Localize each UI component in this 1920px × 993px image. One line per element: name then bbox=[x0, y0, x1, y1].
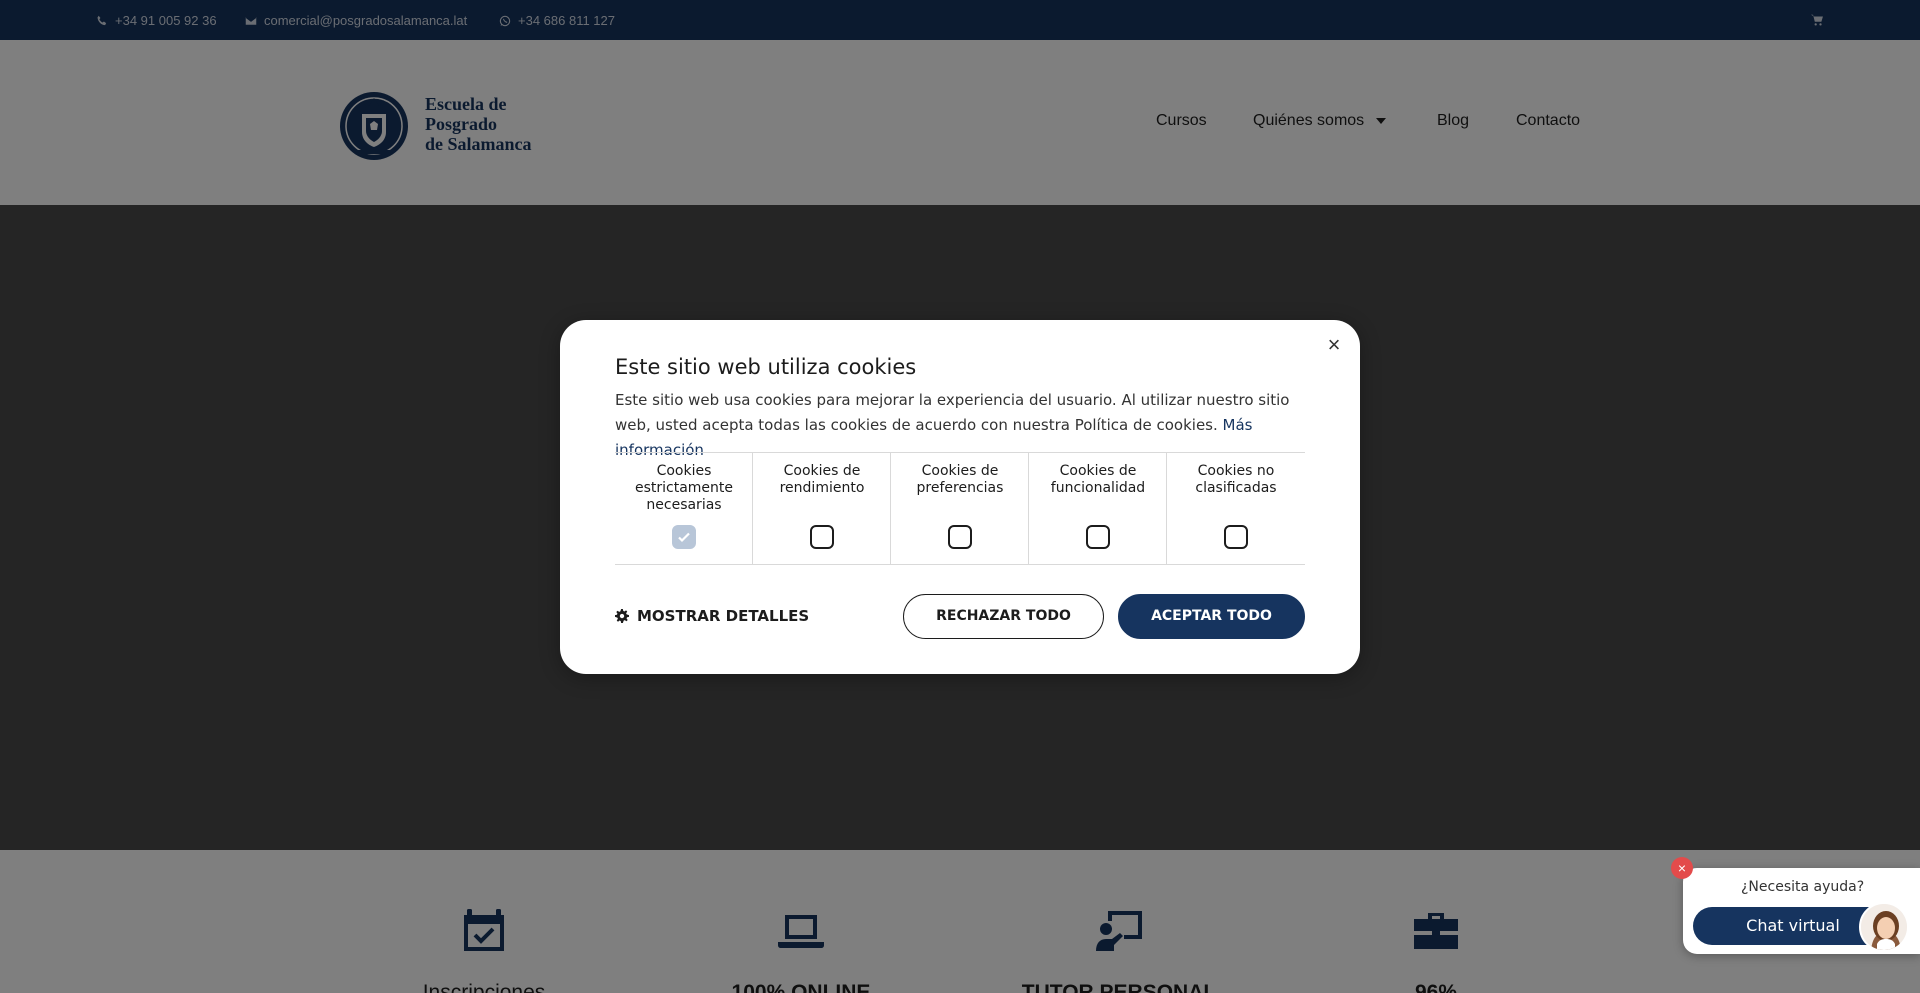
chat-widget: ¿Necesita ayuda? Chat virtual bbox=[1683, 868, 1920, 954]
category-label: Cookies estrictamente necesarias bbox=[634, 463, 734, 513]
cookie-consent-dialog: × Este sitio web utiliza cookies Este si… bbox=[560, 320, 1360, 674]
category-performance: Cookies de rendimiento bbox=[753, 453, 891, 564]
cookie-categories: Cookies estrictamente necesarias Cookies… bbox=[615, 452, 1305, 565]
chat-prompt: ¿Necesita ayuda? bbox=[1741, 879, 1865, 895]
category-label: Cookies de funcionalidad bbox=[1050, 463, 1146, 496]
checkbox-unclassified[interactable] bbox=[1224, 525, 1248, 549]
gear-icon bbox=[615, 609, 629, 623]
checkbox-performance[interactable] bbox=[810, 525, 834, 549]
cookie-dialog-title: Este sitio web utiliza cookies bbox=[615, 355, 917, 379]
show-details-label: MOSTRAR DETALLES bbox=[637, 607, 810, 625]
accept-all-button[interactable]: ACEPTAR TODO bbox=[1118, 594, 1305, 639]
checkmark-icon bbox=[678, 532, 690, 543]
chat-close-button[interactable]: × bbox=[1671, 857, 1693, 879]
cookie-description-text: Este sitio web usa cookies para mejorar … bbox=[615, 391, 1290, 434]
checkbox-preferences[interactable] bbox=[948, 525, 972, 549]
category-functionality: Cookies de funcionalidad bbox=[1029, 453, 1167, 564]
checkbox-strictly-necessary[interactable] bbox=[672, 525, 696, 549]
category-label: Cookies no clasificadas bbox=[1195, 463, 1277, 496]
reject-all-button[interactable]: RECHAZAR TODO bbox=[903, 594, 1104, 639]
chat-agent-avatar bbox=[1859, 902, 1909, 952]
close-icon[interactable]: × bbox=[1322, 333, 1346, 357]
category-preferences: Cookies de preferencias bbox=[891, 453, 1029, 564]
show-details-button[interactable]: MOSTRAR DETALLES bbox=[615, 607, 809, 625]
category-strictly-necessary: Cookies estrictamente necesarias bbox=[615, 453, 753, 564]
category-label: Cookies de rendimiento bbox=[779, 463, 865, 496]
checkbox-functionality[interactable] bbox=[1086, 525, 1110, 549]
agent-portrait-icon bbox=[1861, 904, 1907, 950]
category-label: Cookies de preferencias bbox=[916, 463, 1004, 496]
category-unclassified: Cookies no clasificadas bbox=[1167, 453, 1305, 564]
